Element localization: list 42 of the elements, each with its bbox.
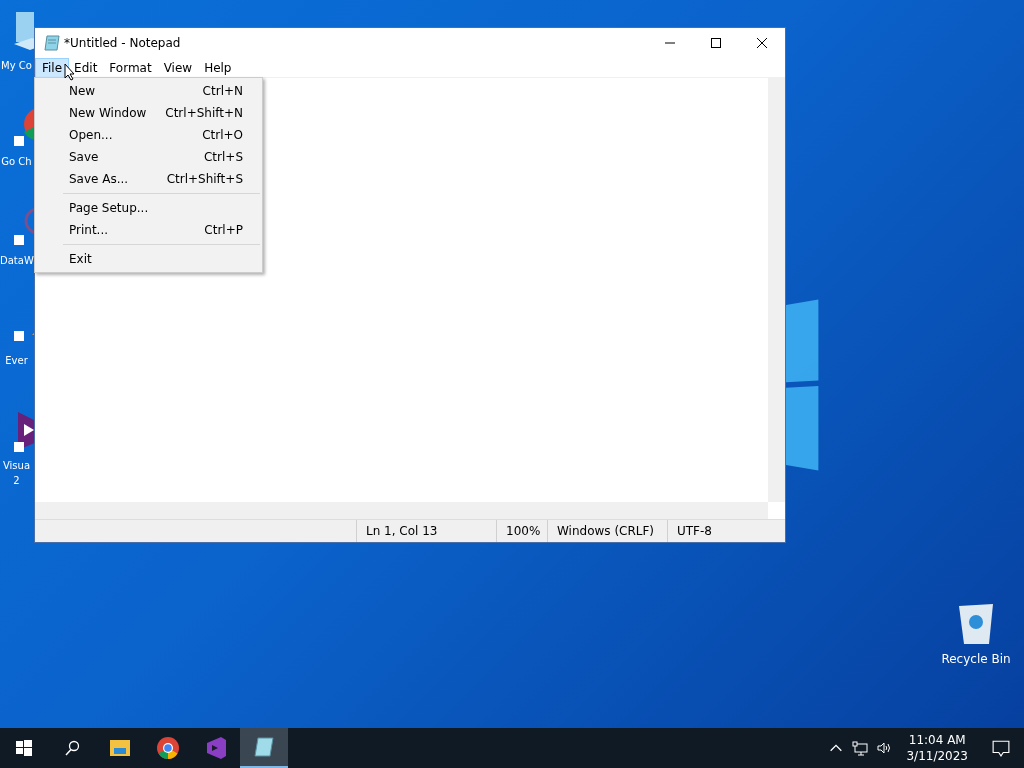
studio-icon [204, 736, 228, 760]
close-icon[interactable] [756, 37, 768, 49]
menu-item[interactable]: Exit [35, 248, 262, 270]
menu-item[interactable]: Page Setup... [35, 197, 262, 219]
icon-label: My Co [0, 59, 33, 73]
recycle-bin-icon[interactable] [956, 602, 996, 646]
start-icon[interactable] [16, 740, 32, 756]
browser-icon [156, 736, 180, 760]
notepad-icon [252, 735, 276, 759]
status-text: 100% [496, 520, 547, 542]
network-icon[interactable] [852, 740, 869, 756]
search-icon[interactable] [64, 740, 80, 756]
icon-label: DataW [0, 254, 33, 268]
menu-item[interactable]: Open... Ctrl+O [35, 124, 262, 146]
studio-icon[interactable] [12, 410, 34, 454]
menu-item[interactable]: Save Ctrl+S [35, 146, 262, 168]
menu-item[interactable]: New Window Ctrl+Shift+N [35, 102, 262, 124]
status-text: UTF-8 [667, 520, 767, 542]
menu-item[interactable]: File [36, 58, 69, 77]
menu-item[interactable]: View [157, 58, 199, 77]
icon-label: Visua 2 [1, 459, 32, 488]
window-title: *Untitled - Notepad [64, 36, 182, 50]
menu-item[interactable]: Print... Ctrl+P [35, 219, 262, 241]
maximize-icon[interactable] [710, 37, 722, 49]
menu-item[interactable]: New Ctrl+N [35, 80, 262, 102]
status-text: Windows (CRLF) [547, 520, 667, 542]
clock-date[interactable]: 3/11/2023 [906, 748, 968, 764]
vertical-scrollbar[interactable] [768, 78, 785, 502]
menu-item[interactable]: Format [103, 58, 158, 77]
mouse-cursor-icon [64, 63, 76, 81]
icon-label: Ever [4, 354, 29, 368]
icon-label: Recycle Bin [941, 652, 1011, 666]
menu-item[interactable]: Save As... Ctrl+Shift+S [35, 168, 262, 190]
speaker-icon[interactable] [876, 740, 893, 756]
status-text: Ln 1, Col 13 [356, 520, 496, 542]
clock-time[interactable]: 11:04 AM [908, 732, 966, 748]
taskbar-button[interactable] [240, 728, 288, 768]
icon-label: Go Ch [0, 155, 33, 169]
menu-item[interactable]: Help [198, 58, 238, 77]
horizontal-scrollbar[interactable] [35, 502, 768, 519]
notifications-icon[interactable] [992, 739, 1010, 757]
notepad-icon [44, 35, 60, 51]
